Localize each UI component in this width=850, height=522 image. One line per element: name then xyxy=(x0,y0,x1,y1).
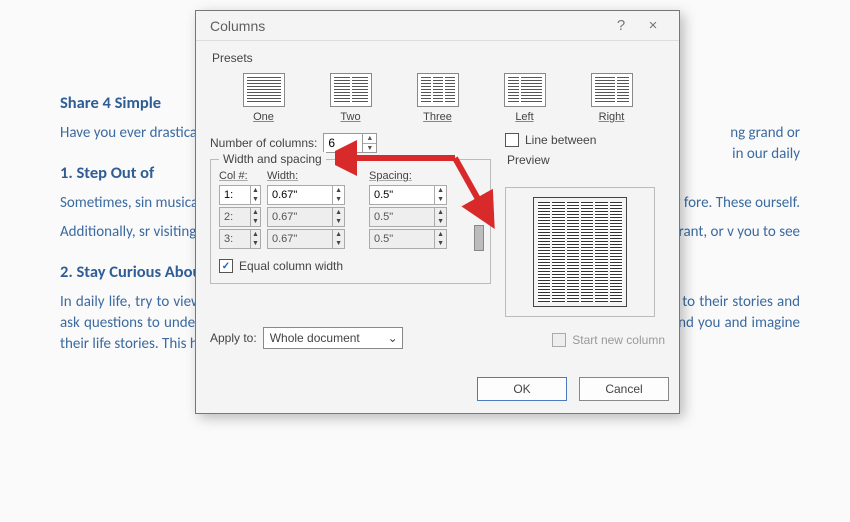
cancel-button[interactable]: Cancel xyxy=(579,377,669,401)
preview-box xyxy=(505,187,655,317)
line-between-label: Line between xyxy=(525,133,596,147)
equal-width-checkbox[interactable]: ✓ xyxy=(219,259,233,273)
spacing-1[interactable] xyxy=(370,189,434,201)
preset-left[interactable]: Left xyxy=(495,73,555,123)
width-spacing-group: Width and spacing Col #: Width: Spacing:… xyxy=(210,159,491,284)
start-new-column-checkbox xyxy=(552,333,566,347)
num-columns-down[interactable]: ▼ xyxy=(363,144,376,153)
spacing-2 xyxy=(370,211,434,223)
num-columns-label: Number of columns: xyxy=(210,136,317,150)
width-2 xyxy=(268,211,332,223)
start-new-column-label: Start new column xyxy=(572,333,665,347)
preview-inner xyxy=(533,197,627,307)
close-button[interactable]: × xyxy=(637,17,669,34)
apply-to-label: Apply to: xyxy=(210,331,257,345)
preset-one[interactable]: One xyxy=(234,73,294,123)
width-1[interactable] xyxy=(268,189,332,201)
col-header: Col #: xyxy=(219,170,261,182)
help-button[interactable]: ? xyxy=(605,17,637,34)
num-columns-up[interactable]: ▲ xyxy=(363,134,376,144)
preset-three[interactable]: Three xyxy=(408,73,468,123)
columns-dialog: Columns ? × Presets One Two Three Left xyxy=(195,10,680,414)
chevron-down-icon: ⌄ xyxy=(388,331,398,345)
ws-row-2: ▲▼ ▲▼ ▲▼ xyxy=(219,207,482,227)
width-header: Width: xyxy=(267,170,345,182)
width-3 xyxy=(268,233,332,245)
col-num-1[interactable] xyxy=(220,189,250,201)
ws-scrollbar-thumb[interactable] xyxy=(474,225,484,251)
apply-to-value: Whole document xyxy=(270,331,360,345)
ws-row-1: ▲▼ ▲▼ ▲▼ xyxy=(219,185,482,205)
presets-row: One Two Three Left Right xyxy=(210,69,665,129)
preset-right[interactable]: Right xyxy=(582,73,642,123)
num-columns-input[interactable] xyxy=(324,136,362,150)
apply-to-select[interactable]: Whole document ⌄ xyxy=(263,327,403,349)
line-between-checkbox[interactable] xyxy=(505,133,519,147)
spacing-header: Spacing: xyxy=(369,170,447,182)
dialog-titlebar: Columns ? × xyxy=(196,11,679,41)
spacing-3 xyxy=(370,233,434,245)
ok-button[interactable]: OK xyxy=(477,377,567,401)
dialog-title: Columns xyxy=(210,18,605,34)
ws-row-3: ▲▼ ▲▼ ▲▼ xyxy=(219,229,482,249)
col-num-3 xyxy=(220,233,250,245)
num-columns-spinner[interactable]: ▲▼ xyxy=(323,133,377,153)
col-num-2 xyxy=(220,211,250,223)
presets-label: Presets xyxy=(212,51,665,65)
preview-label: Preview xyxy=(507,153,665,167)
preset-two[interactable]: Two xyxy=(321,73,381,123)
equal-width-label: Equal column width xyxy=(239,259,343,273)
width-spacing-legend: Width and spacing xyxy=(219,152,326,166)
